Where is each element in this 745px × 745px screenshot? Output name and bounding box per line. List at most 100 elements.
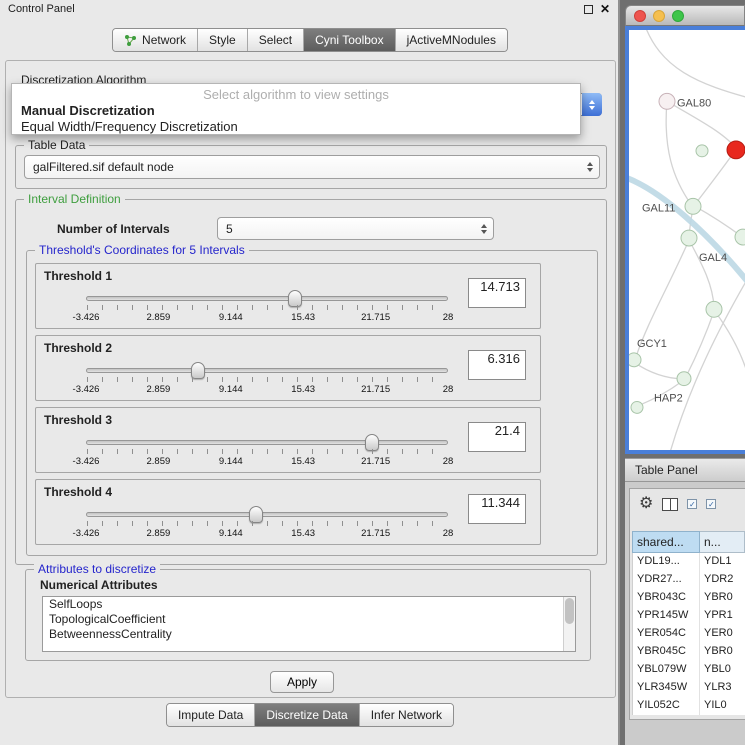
node-table: shared... n... YDL19...YDL1 YDR27...YDR2… <box>632 531 745 715</box>
tab-cyni-toolbox[interactable]: Cyni Toolbox <box>303 29 394 51</box>
slider-scale: -3.426 2.859 9.144 15.43 21.715 28 <box>86 456 448 468</box>
table-row[interactable]: YLR345WYLR3 <box>632 679 745 697</box>
scale-label: 9.144 <box>219 528 243 539</box>
cell-shared-name[interactable]: YDL19... <box>632 553 700 571</box>
cell-shared-name[interactable]: YER054C <box>632 625 700 643</box>
tab-jactivemnodules[interactable]: jActiveMNodules <box>395 29 507 51</box>
node[interactable] <box>706 301 722 317</box>
node-gal11[interactable] <box>685 198 701 214</box>
network-edge <box>635 363 682 379</box>
slider-track[interactable] <box>86 440 448 445</box>
slider-track[interactable] <box>86 368 448 373</box>
zoom-traffic-light-icon[interactable] <box>672 10 684 22</box>
node[interactable] <box>631 401 643 413</box>
slider-ticks <box>87 449 447 454</box>
cell-name[interactable]: YBL0 <box>700 661 745 679</box>
table-row[interactable]: YBR045CYBR0 <box>632 643 745 661</box>
node-label: GAL11 <box>642 202 675 214</box>
network-window-titlebar[interactable] <box>625 5 745 26</box>
scrollbar-thumb[interactable] <box>565 598 574 624</box>
cell-name[interactable]: YLR3 <box>700 679 745 697</box>
minimize-traffic-light-icon[interactable] <box>653 10 665 22</box>
cell-name[interactable]: YBR0 <box>700 643 745 661</box>
cell-shared-name[interactable]: YIL052C <box>632 697 700 715</box>
columns-icon[interactable] <box>662 498 678 511</box>
cell-name[interactable]: YIL0 <box>700 697 745 715</box>
cell-name[interactable]: YER0 <box>700 625 745 643</box>
threshold-4-slider[interactable]: -3.426 2.859 9.144 15.43 21.715 28 <box>86 504 448 542</box>
slider-scale: -3.426 2.859 9.144 15.43 21.715 28 <box>86 384 448 396</box>
scale-label: 28 <box>443 528 454 539</box>
cell-shared-name[interactable]: YPR145W <box>632 607 700 625</box>
tab-infer-network[interactable]: Infer Network <box>359 704 453 726</box>
node-label: GAL80 <box>677 97 711 109</box>
list-item[interactable]: SelfLoops <box>43 597 575 612</box>
list-item[interactable]: BetweennessCentrality <box>43 627 575 642</box>
tab-select[interactable]: Select <box>247 29 303 51</box>
table-data-combobox[interactable]: galFiltered.sif default node <box>24 155 600 179</box>
checkbox-checked-icon[interactable]: ✓ <box>706 499 716 509</box>
cell-shared-name[interactable]: YBR043C <box>632 589 700 607</box>
close-traffic-light-icon[interactable] <box>634 10 646 22</box>
checkbox-checked-icon[interactable]: ✓ <box>687 499 697 509</box>
numerical-attributes-list[interactable]: SelfLoops TopologicalCoefficient Between… <box>42 596 576 652</box>
threshold-label: Threshold 3 <box>44 413 112 427</box>
threshold-3-box: Threshold 3 -3.426 2.859 9.144 15.43 21.… <box>35 407 541 473</box>
control-panel-tab-bar: Network Style Select Cyni Toolbox jActiv… <box>0 28 620 52</box>
node-gal4[interactable] <box>681 230 697 246</box>
list-item[interactable]: TopologicalCoefficient <box>43 612 575 627</box>
tab-discretize-data[interactable]: Discretize Data <box>254 704 358 726</box>
node-selected-red[interactable] <box>727 141 745 159</box>
algorithm-option-equal-width[interactable]: Equal Width/Frequency Discretization <box>12 118 580 134</box>
node-gal80[interactable] <box>659 93 675 109</box>
scale-label: 15.43 <box>291 384 315 395</box>
table-row[interactable]: YDL19...YDL1 <box>632 553 745 571</box>
table-row[interactable]: YBL079WYBL0 <box>632 661 745 679</box>
slider-track[interactable] <box>86 512 448 517</box>
network-view-frame: GAL80 GAL11 GAL4 GCY1 HAP2 <box>625 26 745 454</box>
algorithm-option-manual[interactable]: Manual Discretization <box>12 102 580 118</box>
node[interactable] <box>696 145 708 157</box>
cell-shared-name[interactable]: YDR27... <box>632 571 700 589</box>
threshold-coordinates-group: Threshold's Coordinates for 5 Intervals … <box>26 250 598 556</box>
tab-label: Select <box>259 33 292 47</box>
threshold-2-value-field[interactable]: 6.316 <box>468 350 526 380</box>
cell-name[interactable]: YDR2 <box>700 571 745 589</box>
cell-shared-name[interactable]: YLR345W <box>632 679 700 697</box>
gear-icon[interactable]: ⚙ <box>639 496 653 512</box>
node-gcy1[interactable] <box>629 353 641 367</box>
table-row[interactable]: YDR27...YDR2 <box>632 571 745 589</box>
numerical-attributes-label: Numerical Attributes <box>40 578 158 592</box>
column-header-shared-name[interactable]: shared... <box>632 531 700 553</box>
cell-shared-name[interactable]: YBR045C <box>632 643 700 661</box>
tab-network[interactable]: Network <box>113 29 197 51</box>
cell-name[interactable]: YDL1 <box>700 553 745 571</box>
cell-shared-name[interactable]: YBL079W <box>632 661 700 679</box>
cell-name[interactable]: YBR0 <box>700 589 745 607</box>
table-row[interactable]: YPR145WYPR1 <box>632 607 745 625</box>
table-toolbar: ⚙ ✓ ✓ <box>630 489 745 519</box>
threshold-4-value-field[interactable]: 11.344 <box>468 494 526 524</box>
tab-style[interactable]: Style <box>197 29 247 51</box>
scale-label: 21.715 <box>361 456 390 467</box>
node-hap2[interactable] <box>677 372 691 386</box>
slider-track[interactable] <box>86 296 448 301</box>
threshold-3-value-field[interactable]: 21.4 <box>468 422 526 452</box>
close-window-icon[interactable]: ✕ <box>600 4 610 14</box>
threshold-2-slider[interactable]: -3.426 2.859 9.144 15.43 21.715 28 <box>86 360 448 398</box>
apply-button[interactable]: Apply <box>270 671 334 693</box>
threshold-1-value-field[interactable]: 14.713 <box>468 278 526 308</box>
column-header-name[interactable]: n... <box>700 531 745 553</box>
table-row[interactable]: YER054CYER0 <box>632 625 745 643</box>
threshold-3-slider[interactable]: -3.426 2.859 9.144 15.43 21.715 28 <box>86 432 448 470</box>
cell-name[interactable]: YPR1 <box>700 607 745 625</box>
number-of-intervals-combobox[interactable]: 5 <box>217 217 494 240</box>
threshold-1-slider[interactable]: -3.426 2.859 9.144 15.43 21.715 28 <box>86 288 448 326</box>
network-canvas[interactable]: GAL80 GAL11 GAL4 GCY1 HAP2 <box>629 30 745 450</box>
float-window-icon[interactable] <box>584 5 593 14</box>
list-scrollbar[interactable] <box>563 597 575 651</box>
table-row[interactable]: YIL052CYIL0 <box>632 697 745 715</box>
node[interactable] <box>735 229 745 245</box>
table-row[interactable]: YBR043CYBR0 <box>632 589 745 607</box>
tab-impute-data[interactable]: Impute Data <box>167 704 254 726</box>
